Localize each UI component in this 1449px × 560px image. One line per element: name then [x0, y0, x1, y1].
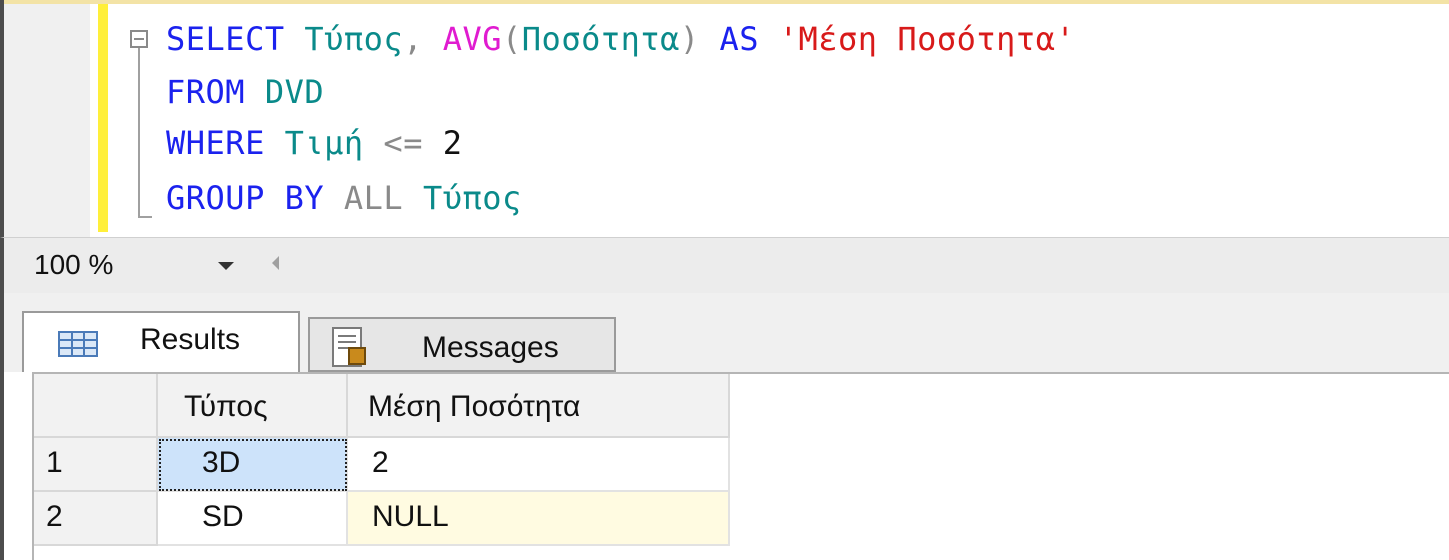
collapse-minus-icon[interactable] — [130, 30, 148, 48]
column-type: Τύπος — [304, 20, 404, 58]
keyword-as: AS — [719, 20, 759, 58]
editor-top-border — [4, 0, 1449, 4]
code-line-1[interactable]: SELECT Τύπος, AVG(Ποσότητα) AS 'Μέση Ποσ… — [166, 19, 1075, 59]
zoom-level[interactable]: 100 % — [34, 249, 113, 281]
code-line-4[interactable]: GROUP BY ALL Τύπος — [166, 178, 522, 218]
fold-guide-end — [138, 216, 152, 218]
table-cell-null[interactable]: NULL — [348, 492, 730, 546]
code-line-3[interactable]: WHERE Τιμή <= 2 — [166, 123, 462, 163]
tab-results[interactable]: Results — [22, 311, 300, 374]
grid-corner[interactable] — [34, 374, 158, 438]
operator: <= — [383, 124, 423, 162]
messages-icon — [332, 327, 366, 367]
keyword-by: BY — [284, 179, 325, 217]
row-number-label: 2 — [46, 500, 63, 533]
column-header-label: Τύπος — [184, 390, 268, 423]
column-header-label: Μέση Ποσότητα — [368, 390, 581, 423]
cell-value: 3D — [202, 446, 241, 479]
table-cell[interactable]: 2 — [348, 438, 730, 492]
alias-string: 'Μέση Ποσότητα' — [778, 20, 1076, 58]
literal-value: 2 — [442, 124, 463, 162]
table-name: DVD — [264, 73, 325, 111]
results-tab-strip: Results Messages — [0, 293, 1449, 374]
tab-results-label: Results — [140, 323, 241, 356]
keyword-select: SELECT — [166, 20, 285, 58]
column-header[interactable]: Μέση Ποσότητα — [348, 374, 730, 438]
column-quantity: Ποσότητα — [521, 20, 680, 58]
arrow-left-icon[interactable] — [272, 256, 279, 270]
grid-icon — [58, 331, 98, 357]
fold-guide-line — [138, 48, 140, 218]
tab-messages[interactable]: Messages — [308, 317, 616, 372]
chevron-down-icon[interactable] — [218, 262, 234, 270]
keyword-where: WHERE — [166, 124, 265, 162]
cell-value: NULL — [372, 500, 449, 533]
keyword-from: FROM — [166, 73, 246, 111]
results-grid[interactable]: Τύπος Μέση Ποσότητα 1 3D 2 2 SD NULL — [0, 372, 1449, 560]
row-number[interactable]: 2 — [34, 492, 158, 546]
table-cell[interactable]: SD — [158, 492, 348, 546]
table-cell-selected[interactable]: 3D — [158, 438, 348, 492]
cell-value: SD — [202, 500, 244, 533]
row-number-label: 1 — [46, 446, 63, 479]
results-grid-frame: Τύπος Μέση Ποσότητα 1 3D 2 2 SD NULL — [32, 372, 1449, 560]
row-number[interactable]: 1 — [34, 438, 158, 492]
column-type: Τύπος — [422, 179, 522, 217]
comma: , — [403, 20, 423, 58]
keyword-all: ALL — [343, 179, 404, 217]
cell-value: 2 — [372, 446, 389, 479]
paren-close: ) — [679, 20, 700, 58]
code-line-2[interactable]: FROM DVD — [166, 72, 324, 112]
sql-editor[interactable]: SELECT Τύπος, AVG(Ποσότητα) AS 'Μέση Ποσ… — [0, 0, 1449, 237]
tab-messages-label: Messages — [422, 331, 559, 364]
change-tracking-bar — [98, 4, 108, 232]
zoom-bar: 100 % — [0, 237, 1449, 293]
column-price: Τιμή — [284, 124, 364, 162]
function-avg: AVG — [442, 20, 503, 58]
editor-gutter — [4, 4, 90, 237]
keyword-group: GROUP — [166, 179, 265, 217]
column-header[interactable]: Τύπος — [158, 374, 348, 438]
paren-open: ( — [502, 20, 522, 58]
